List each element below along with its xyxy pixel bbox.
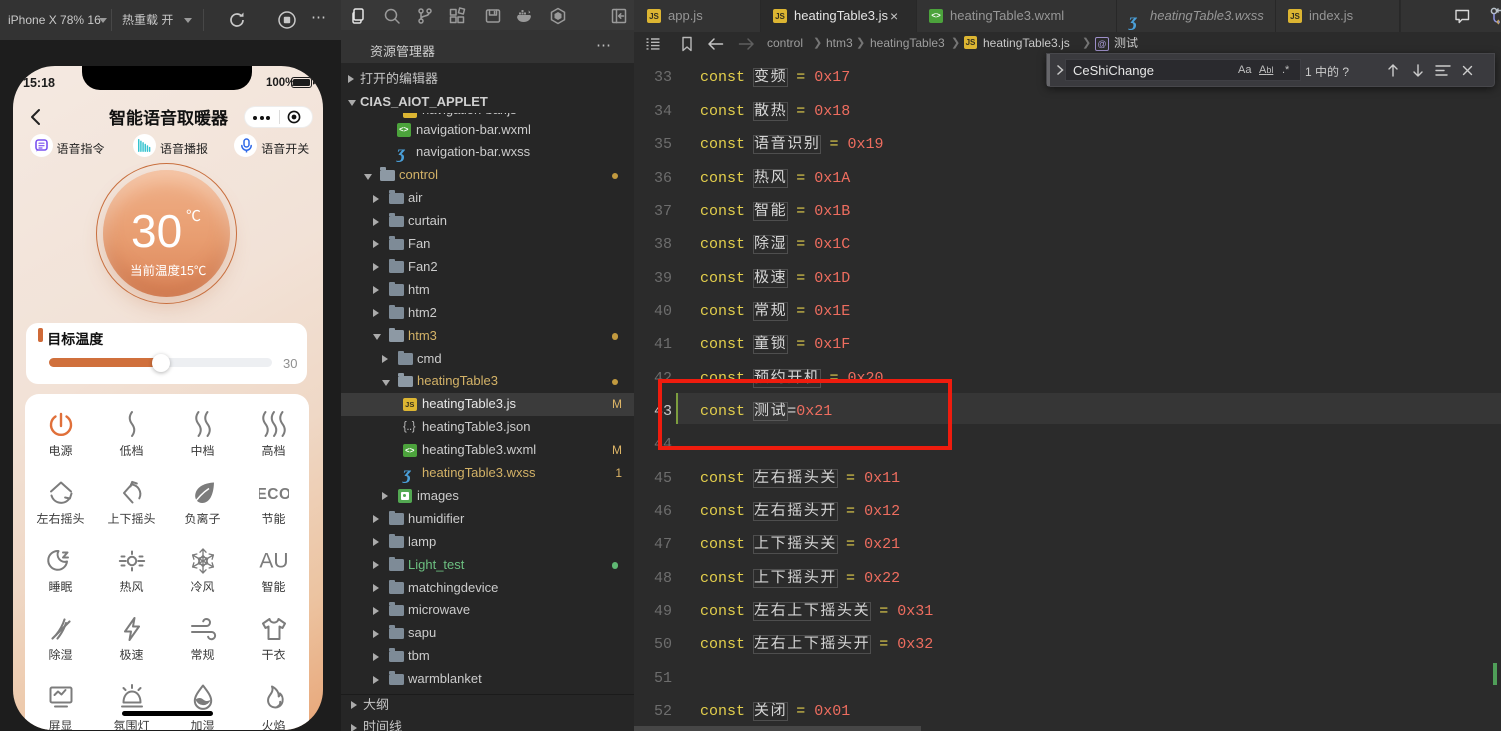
svg-text:ECO: ECO [259, 486, 289, 503]
svg-text:AU: AU [259, 550, 288, 573]
